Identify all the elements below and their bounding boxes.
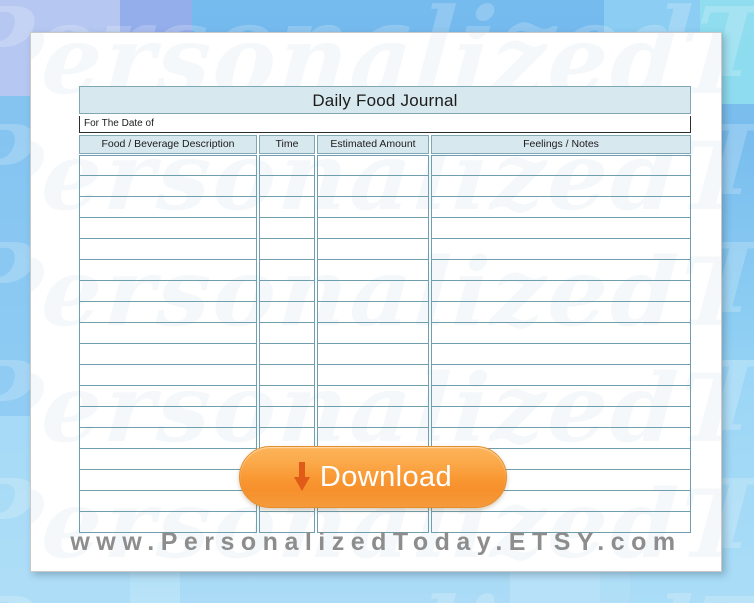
cell-notes[interactable]: [431, 239, 691, 260]
cell-notes[interactable]: [431, 407, 691, 428]
cell-notes[interactable]: [431, 344, 691, 365]
cell-time[interactable]: [259, 386, 315, 407]
cell-time[interactable]: [259, 365, 315, 386]
cell-notes[interactable]: [431, 323, 691, 344]
cell-notes[interactable]: [431, 281, 691, 302]
cell-notes[interactable]: [431, 176, 691, 197]
cell-food[interactable]: [79, 197, 257, 218]
cell-amount[interactable]: [317, 365, 429, 386]
cell-amount[interactable]: [317, 260, 429, 281]
download-button[interactable]: Download: [239, 446, 507, 508]
cell-amount[interactable]: [317, 386, 429, 407]
cell-amount[interactable]: [317, 323, 429, 344]
cell-food[interactable]: [79, 344, 257, 365]
table-row: [79, 281, 691, 302]
table-header-row: Food / Beverage Description Time Estimat…: [79, 135, 691, 154]
cell-notes[interactable]: [431, 260, 691, 281]
table-row: [79, 344, 691, 365]
cell-time[interactable]: [259, 197, 315, 218]
cell-amount[interactable]: [317, 302, 429, 323]
cell-time[interactable]: [259, 218, 315, 239]
date-field[interactable]: For The Date of: [79, 116, 691, 133]
cell-amount[interactable]: [317, 218, 429, 239]
column-header-time: Time: [259, 135, 315, 154]
page-title: Daily Food Journal: [79, 86, 691, 114]
screenshot-stage: PersonalizedToday PersonalizedToday Pers…: [0, 0, 754, 603]
cell-time[interactable]: [259, 260, 315, 281]
cell-amount[interactable]: [317, 239, 429, 260]
down-arrow-icon: [293, 462, 310, 492]
cell-time[interactable]: [259, 302, 315, 323]
document-sheet: PersonalizedToday PersonalizedToday Pers…: [30, 32, 722, 572]
cell-food[interactable]: [79, 239, 257, 260]
cell-food[interactable]: [79, 407, 257, 428]
cell-food[interactable]: [79, 155, 257, 176]
cell-notes[interactable]: [431, 386, 691, 407]
cell-food[interactable]: [79, 386, 257, 407]
cell-time[interactable]: [259, 323, 315, 344]
download-button-label: Download: [319, 461, 453, 493]
table-row: [79, 365, 691, 386]
footer-website-url: www.PersonalizedToday.ETSY.com: [70, 528, 682, 556]
cell-food[interactable]: [79, 470, 257, 491]
cell-food[interactable]: [79, 323, 257, 344]
cell-notes[interactable]: [431, 365, 691, 386]
table-row: [79, 218, 691, 239]
cell-amount[interactable]: [317, 176, 429, 197]
cell-time[interactable]: [259, 281, 315, 302]
cell-notes[interactable]: [431, 155, 691, 176]
table-row: [79, 197, 691, 218]
cell-notes[interactable]: [431, 302, 691, 323]
table-row: [79, 155, 691, 176]
cell-food[interactable]: [79, 281, 257, 302]
cell-food[interactable]: [79, 365, 257, 386]
cell-time[interactable]: [259, 344, 315, 365]
cell-food[interactable]: [79, 176, 257, 197]
cell-food[interactable]: [79, 302, 257, 323]
cell-food[interactable]: [79, 449, 257, 470]
cell-amount[interactable]: [317, 344, 429, 365]
table-row: [79, 407, 691, 428]
table-row: [79, 323, 691, 344]
cell-time[interactable]: [259, 239, 315, 260]
cell-food[interactable]: [79, 218, 257, 239]
cell-time[interactable]: [259, 176, 315, 197]
table-row: [79, 260, 691, 281]
table-row: [79, 176, 691, 197]
cell-amount[interactable]: [317, 407, 429, 428]
cell-food[interactable]: [79, 428, 257, 449]
table-row: [79, 302, 691, 323]
cell-time[interactable]: [259, 155, 315, 176]
cell-notes[interactable]: [431, 218, 691, 239]
column-header-food: Food / Beverage Description: [79, 135, 257, 154]
cell-food[interactable]: [79, 260, 257, 281]
table-row: [79, 386, 691, 407]
cell-amount[interactable]: [317, 197, 429, 218]
cell-amount[interactable]: [317, 281, 429, 302]
cell-notes[interactable]: [431, 197, 691, 218]
cell-time[interactable]: [259, 407, 315, 428]
cell-food[interactable]: [79, 491, 257, 512]
table-row: [79, 239, 691, 260]
cell-amount[interactable]: [317, 155, 429, 176]
column-header-amount: Estimated Amount: [317, 135, 429, 154]
column-header-notes: Feelings / Notes: [431, 135, 691, 154]
